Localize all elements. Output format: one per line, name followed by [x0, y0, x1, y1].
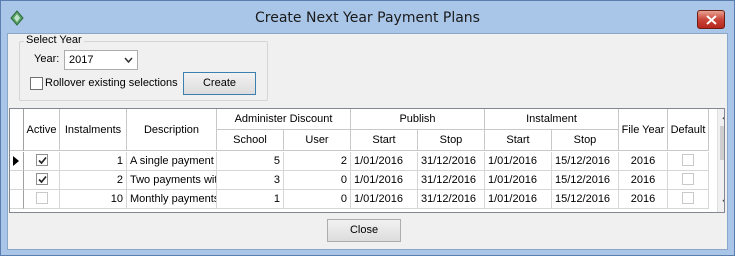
- table-cell-instalments[interactable]: 10: [60, 190, 127, 209]
- year-value: 2017: [69, 54, 94, 66]
- table-cell-instalment-stop[interactable]: 15/12/2016: [552, 171, 619, 190]
- close-icon: [706, 15, 717, 25]
- scrollbar-thumb[interactable]: [720, 126, 724, 160]
- table-cell-user[interactable]: 0: [284, 171, 351, 190]
- create-button[interactable]: Create: [183, 72, 256, 95]
- col-header-description[interactable]: Description: [127, 109, 217, 151]
- close-button[interactable]: Close: [327, 219, 401, 242]
- row-header-selected[interactable]: [10, 152, 24, 171]
- table-cell-instalment-start[interactable]: 1/01/2016: [485, 171, 552, 190]
- table-cell-school[interactable]: 5: [217, 152, 284, 171]
- table-cell-user[interactable]: 2: [284, 152, 351, 171]
- col-header-instalments[interactable]: Instalments: [60, 109, 127, 151]
- check-icon: [37, 176, 47, 184]
- grid-vertical-scrollbar[interactable]: [717, 109, 725, 212]
- table-cell-default[interactable]: [668, 190, 709, 209]
- table-cell-active[interactable]: [24, 171, 60, 190]
- table-cell-publish-start[interactable]: 1/01/2016: [351, 152, 418, 171]
- table-cell-publish-stop[interactable]: 31/12/2016: [418, 190, 485, 209]
- current-row-icon: [13, 156, 19, 166]
- table-cell-publish-stop[interactable]: 31/12/2016: [418, 152, 485, 171]
- default-checkbox[interactable]: [682, 154, 694, 167]
- col-header-default[interactable]: Default: [668, 109, 709, 151]
- table-cell-file-year[interactable]: 2016: [619, 152, 668, 171]
- active-checkbox[interactable]: [35, 192, 48, 205]
- chevron-down-icon: [124, 57, 133, 63]
- table-cell-instalment-stop[interactable]: 15/12/2016: [552, 152, 619, 171]
- table-cell-instalments[interactable]: 2: [60, 171, 127, 190]
- title-bar[interactable]: Create Next Year Payment Plans: [1, 1, 734, 35]
- active-checkbox[interactable]: [35, 173, 48, 186]
- table-cell-default[interactable]: [668, 171, 709, 190]
- table-cell-file-year[interactable]: 2016: [619, 190, 668, 209]
- col-header-file-year[interactable]: File Year: [619, 109, 668, 151]
- table-cell-active[interactable]: [24, 190, 60, 209]
- scroll-down-arrow-icon[interactable]: [722, 199, 725, 205]
- default-checkbox[interactable]: [682, 173, 694, 186]
- payment-plans-grid[interactable]: Active Instalments Description Administe…: [9, 108, 725, 213]
- window-close-button[interactable]: [697, 10, 725, 29]
- select-year-legend: Select Year: [24, 34, 84, 46]
- year-select[interactable]: 2017: [64, 50, 138, 70]
- table-cell-publish-start[interactable]: 1/01/2016: [351, 190, 418, 209]
- table-cell-instalment-start[interactable]: 1/01/2016: [485, 152, 552, 171]
- col-header-publish-start[interactable]: Start: [351, 130, 418, 151]
- table-cell-instalment-stop[interactable]: 15/12/2016: [552, 190, 619, 209]
- row-header-corner: [10, 109, 24, 151]
- row-header[interactable]: [10, 190, 24, 209]
- table-cell-school[interactable]: 1: [217, 190, 284, 209]
- table-cell-file-year[interactable]: 2016: [619, 171, 668, 190]
- col-header-instalment-stop[interactable]: Stop: [552, 130, 619, 151]
- table-cell-description[interactable]: A single payment: [127, 152, 217, 171]
- col-header-user[interactable]: User: [284, 130, 351, 151]
- active-checkbox[interactable]: [35, 154, 48, 167]
- rollover-checkbox[interactable]: [30, 77, 43, 90]
- table-cell-active[interactable]: [24, 152, 60, 171]
- table-cell-description[interactable]: Two payments wit: [127, 171, 217, 190]
- window-title: Create Next Year Payment Plans: [255, 10, 480, 26]
- col-header-school[interactable]: School: [217, 130, 284, 151]
- col-header-instalment: Instalment: [485, 109, 619, 130]
- col-header-active[interactable]: Active: [24, 109, 60, 151]
- table-cell-description[interactable]: Monthly payments: [127, 190, 217, 209]
- row-header[interactable]: [10, 171, 24, 190]
- check-icon: [37, 157, 47, 165]
- col-header-administer-discount: Administer Discount: [217, 109, 351, 130]
- scroll-up-arrow-icon[interactable]: [722, 114, 725, 120]
- col-header-instalment-start[interactable]: Start: [485, 130, 552, 151]
- year-label: Year:: [34, 53, 60, 65]
- table-cell-publish-start[interactable]: 1/01/2016: [351, 171, 418, 190]
- default-checkbox[interactable]: [682, 192, 694, 205]
- rollover-label[interactable]: Rollover existing selections: [45, 77, 178, 89]
- table-cell-user[interactable]: 0: [284, 190, 351, 209]
- table-cell-instalment-start[interactable]: 1/01/2016: [485, 190, 552, 209]
- table-cell-publish-stop[interactable]: 31/12/2016: [418, 171, 485, 190]
- col-header-publish: Publish: [351, 109, 485, 130]
- col-header-publish-stop[interactable]: Stop: [418, 130, 485, 151]
- table-cell-default[interactable]: [668, 152, 709, 171]
- table-cell-instalments[interactable]: 1: [60, 152, 127, 171]
- table-cell-school[interactable]: 3: [217, 171, 284, 190]
